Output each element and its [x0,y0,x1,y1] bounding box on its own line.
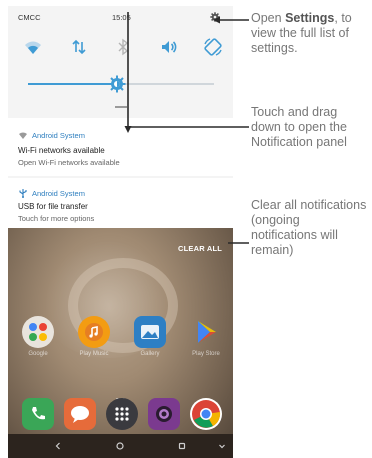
notification-wifi[interactable]: Android System Wi-Fi networks available … [8,118,233,176]
wifi-icon[interactable] [22,36,44,58]
phone-screen: CMCC 15:05 Android System Wi-Fi networks… [8,6,233,458]
chevron-down-icon[interactable] [216,440,228,452]
play-store-icon[interactable] [190,316,222,348]
data-arrows-icon[interactable] [68,36,90,58]
notification-usb[interactable]: Android System USB for file transfer Tou… [8,178,233,228]
drag-handle[interactable] [115,106,127,108]
app-label-google: Google [28,351,48,357]
messages-icon[interactable] [64,398,96,430]
notification-body: Touch for more options [18,214,95,223]
notification-body: Open Wi-Fi networks available [18,158,120,167]
notification-app-name: Android System [32,131,85,140]
settings-gear-icon[interactable] [210,12,220,22]
notification-title: USB for file transfer [18,202,88,211]
app-label-play-store: Play Store [192,351,220,357]
carrier-label: CMCC [18,13,41,22]
recents-icon[interactable] [176,440,188,452]
volume-icon[interactable] [158,36,180,58]
app-label-gallery: Gallery [140,351,160,357]
bluetooth-icon[interactable] [112,36,134,58]
google-folder-icon[interactable] [22,316,54,348]
auto-rotate-icon[interactable] [202,36,224,58]
wifi-small-icon [19,132,27,139]
navigation-bar [8,434,233,458]
callout-clear-all: Clear all notifications (ongoing notific… [251,198,367,257]
callout-drag: Touch and drag down to open the Notifica… [251,105,347,149]
back-icon[interactable] [52,440,64,452]
app-label-play-music: Play Music [79,351,109,357]
play-music-icon[interactable] [78,316,110,348]
clock: 15:05 [112,13,131,22]
notification-app-name: Android System [32,189,85,198]
quick-settings-row [8,36,233,58]
app-drawer-icon[interactable] [106,398,138,430]
brightness-slider[interactable] [28,74,214,94]
home-icon[interactable] [114,440,126,452]
clear-all-button[interactable]: CLEAR ALL [178,244,222,253]
status-bar: CMCC 15:05 [8,6,233,28]
camera-icon[interactable] [148,398,180,430]
usb-icon [19,189,27,198]
phone-icon[interactable] [22,398,54,430]
gallery-icon[interactable] [134,316,166,348]
chrome-icon[interactable] [190,398,222,430]
callout-settings-bold: Settings [285,11,335,25]
brightness-icon[interactable] [108,75,126,93]
notification-title: Wi-Fi networks available [18,146,105,155]
callout-settings: Open Settings, to view the full list of … [251,11,352,55]
